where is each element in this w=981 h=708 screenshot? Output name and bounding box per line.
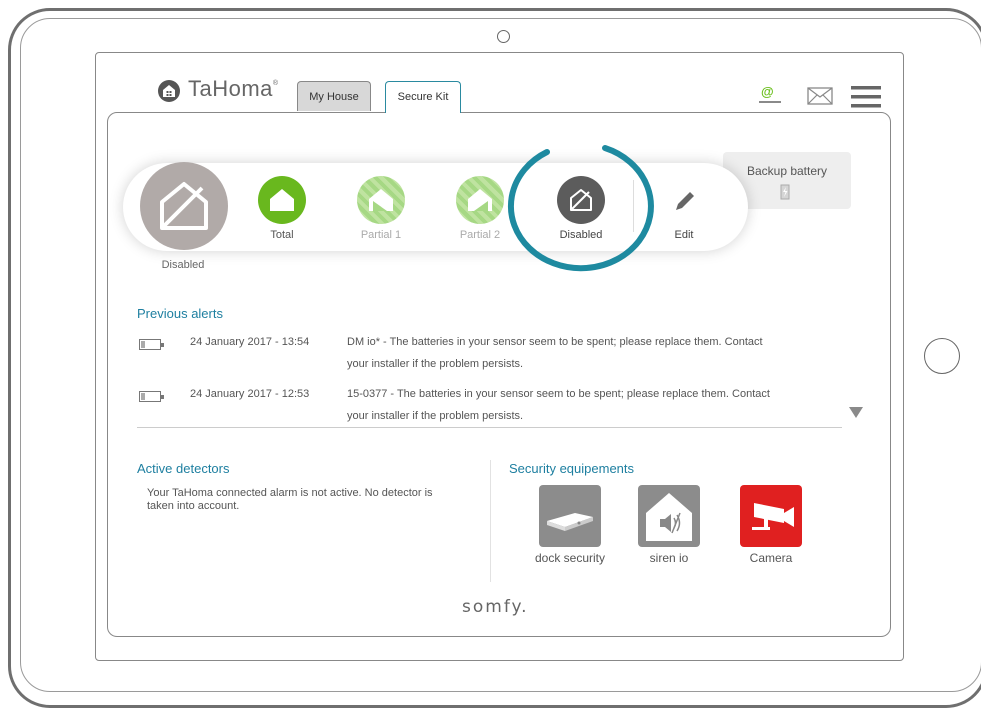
alert-date: 24 January 2017 - 13:54 bbox=[190, 336, 310, 348]
current-mode-indicator bbox=[140, 162, 228, 250]
alerts-divider bbox=[137, 427, 842, 428]
backup-battery-label: Backup battery bbox=[746, 164, 828, 178]
equipment-dock-security[interactable]: dock security bbox=[532, 485, 608, 565]
mode-partial2-label: Partial 2 bbox=[459, 229, 501, 241]
highlight-ring bbox=[507, 145, 654, 272]
siren-icon bbox=[638, 485, 700, 547]
tablet-home-button[interactable] bbox=[924, 338, 960, 374]
tab-my-house[interactable]: My House bbox=[297, 81, 371, 111]
active-detectors-title: Active detectors bbox=[137, 461, 230, 476]
front-camera bbox=[497, 30, 510, 43]
camera-icon bbox=[740, 485, 802, 547]
current-mode-label: Disabled bbox=[161, 259, 205, 271]
alert-message: DM io* - The batteries in your sensor se… bbox=[347, 331, 817, 375]
tahoma-logo-icon bbox=[158, 80, 180, 102]
equipment-siren-io[interactable]: siren io bbox=[631, 485, 707, 565]
mode-total-button[interactable]: Total bbox=[254, 176, 310, 241]
battery-low-icon bbox=[139, 339, 164, 350]
scroll-down-arrow-icon[interactable] bbox=[849, 407, 863, 418]
battery-low-icon bbox=[139, 391, 164, 402]
equipment-camera[interactable]: Camera bbox=[733, 485, 809, 565]
at-icon[interactable]: @ bbox=[759, 84, 781, 103]
mode-partial1-label: Partial 1 bbox=[360, 229, 402, 241]
house-partial1-icon bbox=[357, 176, 405, 224]
alert-message-line: your installer if the problem persists. bbox=[347, 410, 524, 422]
house-partial2-icon bbox=[456, 176, 504, 224]
alert-date: 24 January 2017 - 12:53 bbox=[190, 388, 310, 400]
siren-io-label: siren io bbox=[649, 551, 689, 565]
mode-total-label: Total bbox=[270, 229, 294, 241]
pencil-icon bbox=[660, 176, 708, 224]
alert-message-line: your installer if the problem persists. bbox=[347, 358, 524, 370]
mail-icon[interactable] bbox=[807, 87, 833, 110]
house-total-icon bbox=[258, 176, 306, 224]
tab-secure-kit[interactable]: Secure Kit bbox=[385, 81, 461, 113]
dock-security-label: dock security bbox=[534, 551, 606, 565]
edit-label: Edit bbox=[674, 229, 694, 241]
alert-message: 15-0377 - The batteries in your sensor s… bbox=[347, 383, 817, 427]
brand-name: TaHoma® bbox=[188, 76, 279, 101]
security-equipments-title: Security equipements bbox=[509, 461, 635, 476]
edit-modes-button[interactable]: Edit bbox=[656, 176, 712, 241]
dock-security-icon bbox=[539, 485, 601, 547]
mode-partial2-button[interactable]: Partial 2 bbox=[452, 176, 508, 241]
section-divider bbox=[490, 460, 491, 582]
previous-alerts-title: Previous alerts bbox=[137, 306, 223, 321]
mode-partial1-button[interactable]: Partial 1 bbox=[353, 176, 409, 241]
menu-icon[interactable] bbox=[851, 86, 881, 113]
camera-label: Camera bbox=[749, 551, 793, 565]
alert-message-line: 15-0377 - The batteries in your sensor s… bbox=[347, 388, 770, 400]
active-detectors-text: Your TaHoma connected alarm is not activ… bbox=[147, 487, 433, 512]
somfy-logo: somfy. bbox=[462, 597, 529, 617]
battery-charging-icon bbox=[780, 184, 790, 205]
alert-message-line: DM io* - The batteries in your sensor se… bbox=[347, 336, 763, 348]
